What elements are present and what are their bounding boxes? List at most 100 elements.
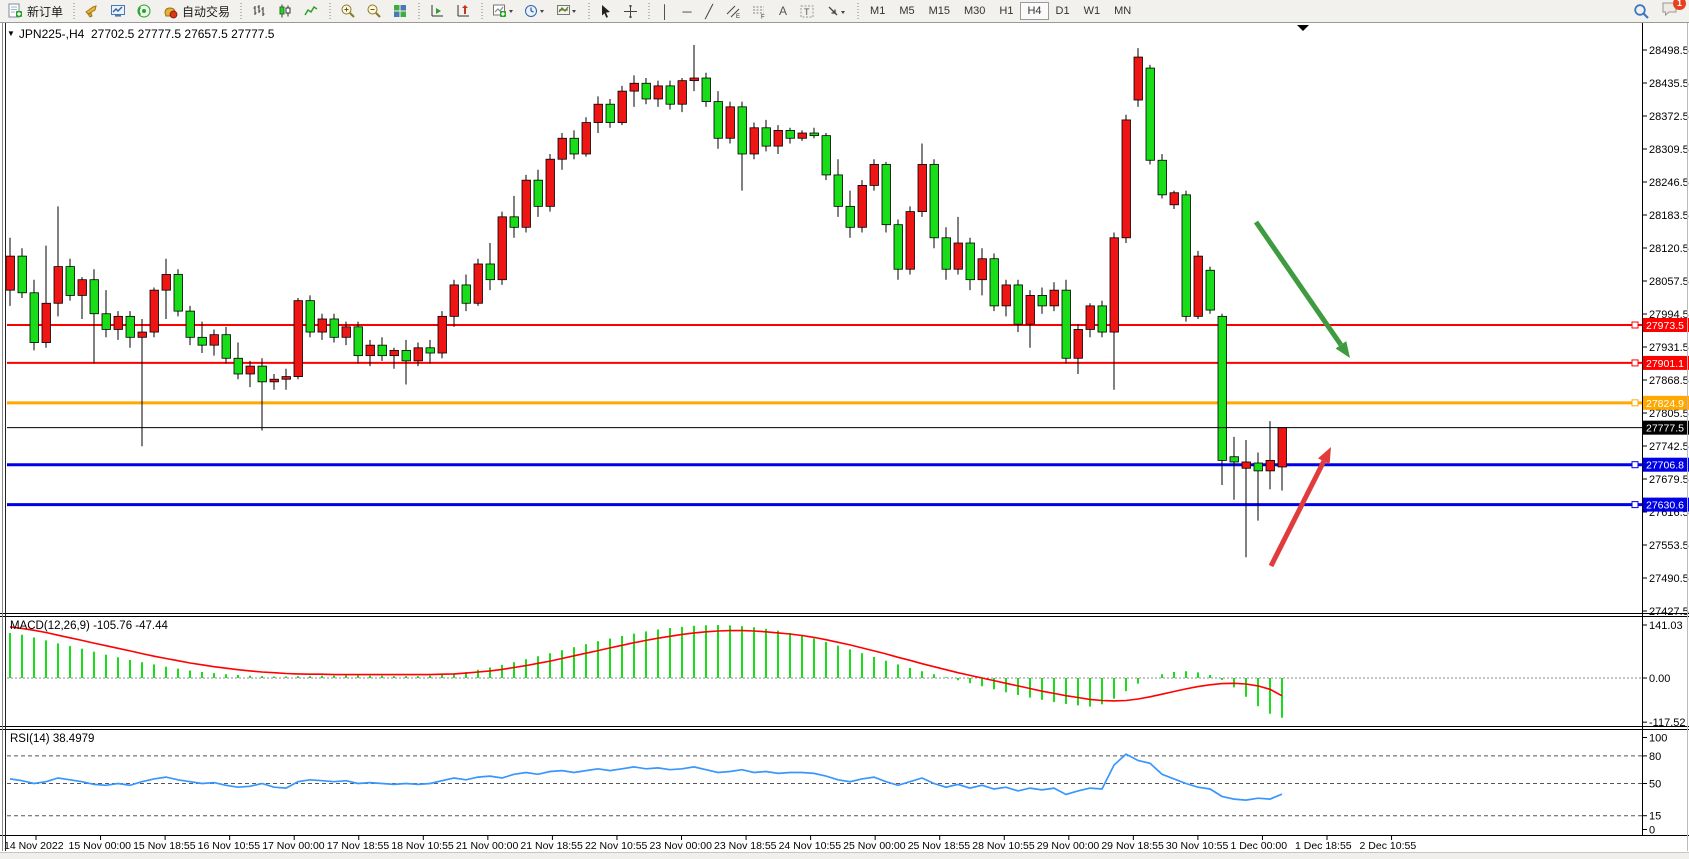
candle-down (462, 285, 471, 303)
line-handle (1632, 462, 1638, 468)
template-icon (556, 3, 578, 19)
timeframe-m30-button[interactable]: M30 (957, 2, 992, 20)
timeframe-d1-button[interactable]: D1 (1049, 2, 1077, 20)
candle-up (858, 185, 867, 227)
candle-up (210, 335, 219, 345)
macd-pane (7, 625, 1647, 722)
candle-up (78, 280, 87, 296)
time-tick-label: 22 Nov 10:55 (585, 840, 648, 852)
market-watch-button[interactable] (105, 1, 131, 21)
candle-up (678, 81, 687, 105)
candle-up (318, 319, 327, 332)
trendline-button[interactable]: ╱ (698, 1, 720, 21)
candle-up (1170, 193, 1179, 205)
chart-shift-button[interactable] (424, 1, 450, 21)
auto-scroll-button[interactable] (450, 1, 476, 21)
candle-up (1026, 295, 1035, 324)
candle-down (834, 175, 843, 206)
candlestick-chart-icon (277, 3, 293, 19)
candle-up (474, 264, 483, 303)
candle-up (630, 83, 639, 91)
candles-layer (6, 45, 1287, 557)
price-tick-label: 28183.5 (1649, 210, 1689, 222)
timeframe-m5-button[interactable]: M5 (892, 2, 921, 20)
candle-down (846, 206, 855, 227)
candle-down (1182, 195, 1191, 317)
timeframe-w1-button[interactable]: W1 (1077, 2, 1108, 20)
price-tick-label: 27490.5 (1649, 573, 1689, 585)
svg-text:0: 0 (1649, 825, 1655, 837)
time-tick-label: 30 Nov 10:55 (1166, 840, 1229, 852)
candle-up (138, 332, 147, 337)
crosshair-button[interactable] (618, 1, 643, 21)
arrows-shapes-icon (825, 4, 847, 19)
candle-up (918, 164, 927, 211)
candle-down (102, 314, 111, 330)
svg-text:-117.52: -117.52 (1649, 717, 1686, 729)
chart-shift-icon (429, 3, 445, 19)
signals-button[interactable] (131, 1, 157, 21)
arrows-shapes-button[interactable] (820, 1, 852, 21)
time-tick-label: 23 Nov 18:55 (714, 840, 777, 852)
candle-down (810, 133, 819, 136)
candle-down (1206, 270, 1215, 310)
svg-text:50: 50 (1649, 779, 1661, 791)
chart-canvas[interactable]: 28498.528435.528372.528309.528246.528183… (0, 23, 1689, 859)
price-tick-label: 28372.5 (1649, 111, 1689, 123)
cursor-button[interactable] (594, 1, 618, 21)
line-chart-button[interactable] (298, 1, 324, 21)
search-button[interactable] (1628, 1, 1655, 21)
time-tick-label: 1 Dec 18:55 (1295, 840, 1352, 852)
candlestick-chart-button[interactable] (272, 1, 298, 21)
new-order-label: 新订单 (27, 3, 63, 20)
price-tick-label: 28309.5 (1649, 144, 1689, 156)
text-label-icon: T (799, 4, 815, 19)
equidistant-channel-button[interactable]: E (720, 1, 746, 21)
candle-up (114, 316, 123, 329)
timeframe-h4-button[interactable]: H4 (1020, 2, 1048, 20)
time-tick-label: 15 Nov 18:55 (133, 840, 196, 852)
vertical-line-button[interactable]: │ (654, 1, 676, 21)
period-clock-icon (524, 3, 546, 19)
chart-symbol-period: JPN225-,H4 (19, 27, 84, 41)
timeframe-m1-button[interactable]: M1 (863, 2, 892, 20)
new-order-button[interactable]: 新订单 (2, 1, 68, 21)
candle-up (282, 377, 291, 380)
new-chart-button[interactable] (487, 1, 519, 21)
toolbar-grip (585, 3, 592, 19)
chart-title: ▼ JPN225-,H4 27702.5 27777.5 27657.5 2777… (7, 27, 274, 41)
candle-down (510, 217, 519, 227)
timeframe-h1-button[interactable]: H1 (992, 2, 1020, 20)
candle-down (894, 225, 903, 270)
timeframe-m15-button[interactable]: M15 (922, 2, 957, 20)
candle-down (1218, 316, 1227, 460)
zoom-out-button[interactable] (361, 1, 387, 21)
text-button[interactable]: A (772, 1, 794, 21)
template-dropdown-button[interactable] (551, 1, 583, 21)
timeframe-mn-button[interactable]: MN (1107, 2, 1138, 20)
candle-up (42, 303, 51, 342)
bar-chart-button[interactable] (246, 1, 272, 21)
chart-ohlc-values: 27702.5 27777.5 27657.5 27777.5 (91, 27, 275, 41)
rsi-line (10, 754, 1282, 800)
zoom-in-button[interactable] (335, 1, 361, 21)
time-tick-label: 25 Nov 18:55 (908, 840, 971, 852)
candle-up (594, 104, 603, 122)
text-icon: A (779, 5, 787, 17)
chart-expand-icon[interactable]: ▼ (7, 29, 15, 38)
price-tick-label: 27553.5 (1649, 540, 1689, 552)
text-label-button[interactable]: T (794, 1, 820, 21)
candle-down (1146, 68, 1155, 160)
fibonacci-button[interactable]: F (746, 1, 772, 21)
notifications-button[interactable]: 1 (1661, 1, 1679, 22)
tile-windows-button[interactable] (387, 1, 413, 21)
candle-down (1254, 463, 1263, 471)
alerts-button[interactable] (79, 1, 105, 21)
svg-text:E: E (736, 14, 740, 19)
line-handle (1632, 360, 1638, 366)
horizontal-line-button[interactable]: ─ (676, 1, 698, 21)
window-left-edge (2, 23, 3, 851)
period-dropdown-button[interactable] (519, 1, 551, 21)
autotrading-button[interactable]: 自动交易 (157, 1, 235, 21)
time-tick-label: 17 Nov 18:55 (327, 840, 390, 852)
